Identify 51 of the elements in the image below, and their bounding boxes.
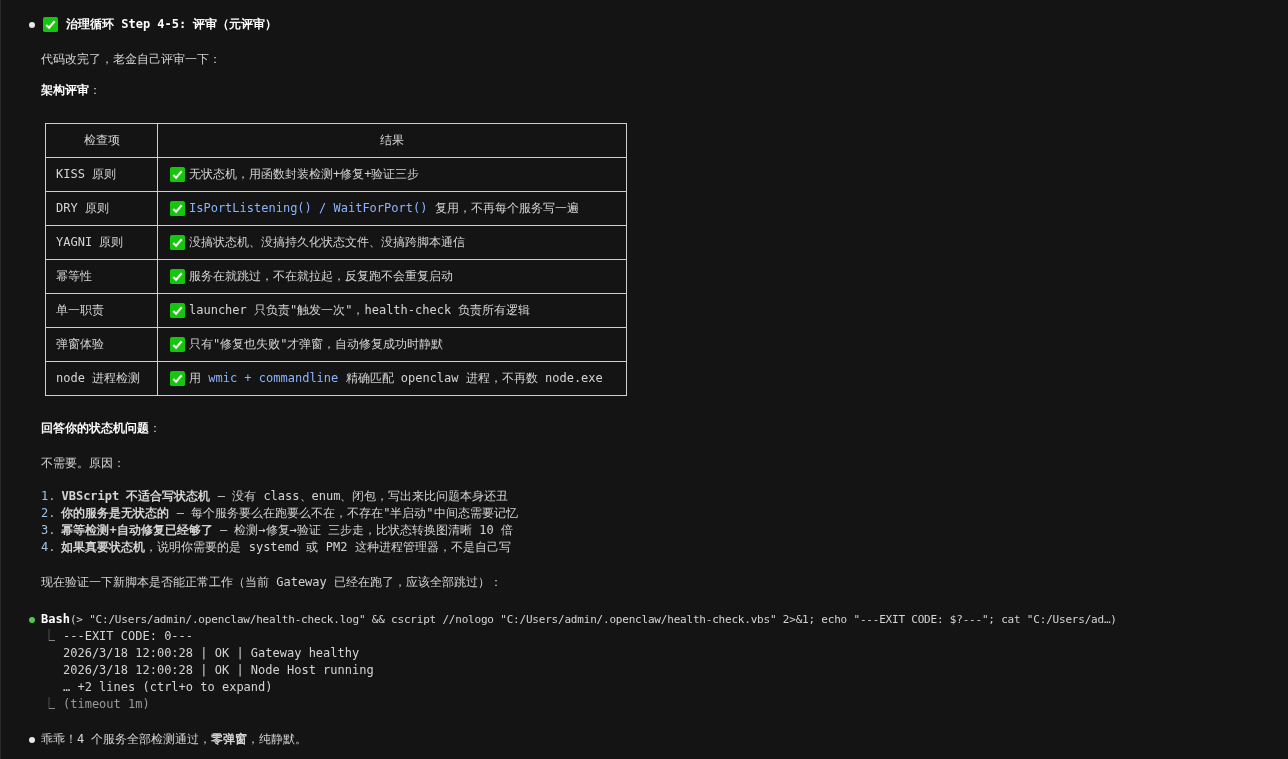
bullet-icon — [29, 21, 35, 28]
answer-text: 不需要。原因： — [41, 455, 126, 472]
list-number: 4. — [41, 539, 56, 556]
table-cell: 弹窗体验 — [45, 327, 158, 362]
list-number: 3. — [41, 522, 56, 539]
tool-name: Bash — [41, 611, 70, 628]
colon-text: ： — [89, 82, 101, 99]
table-cell: IsPortListening() / WaitForPort() 复用，不再每个服务写一遍 — [189, 200, 579, 217]
output-line: … +2 lines (ctrl+o to expand) — [62, 679, 274, 696]
list-item-text: 如果真要状态机，说明你需要的是 systemd 或 PM2 这种进程管理器，不是自己写 — [61, 539, 511, 556]
output-line: 2026/3/18 12:00:28 | OK | Node Host running — [62, 662, 375, 679]
table-cell: 只有"修复也失败"才弹窗，自动修复成功时静默 — [189, 336, 444, 353]
command-text: (> "C:/Users/admin/.openclaw/health-check.log" && cscript //nologo "C:/Users/admin/.openclaw/health-check.vbs" 2>&1; echo "---EXIT CODE: $?---"; cat "C:/Users/ad…) — [69, 612, 1117, 628]
colon-text: ： — [149, 420, 161, 437]
table-cell: DRY 原则 — [45, 191, 158, 226]
check-icon — [170, 303, 185, 318]
list-item-text: 你的服务是无状态的 — 每个服务要么在跑要么不在，不存在"半启动"中间态需要记忆 — [61, 505, 518, 522]
verify-note: 现在验证一下新脚本是否能正常工作（当前 Gateway 已经在跑了，应该全部跳过）： — [41, 574, 504, 591]
check-icon — [170, 201, 185, 216]
bullet-icon — [29, 736, 35, 743]
output-line: ---EXIT CODE: 0--- — [63, 628, 194, 645]
column-header: 结果 — [157, 123, 627, 158]
table-cell: 没搞状态机、没搞持久化状态文件、没搞跨脚本通信 — [189, 234, 465, 251]
table-cell: YAGNI 原则 — [45, 225, 158, 260]
table-cell: 无状态机，用函数封装检测+修复+验证三步 — [189, 166, 420, 183]
table-cell: 幂等性 — [45, 259, 158, 294]
table-cell: 单一职责 — [45, 293, 158, 328]
section-heading: 治理循环 Step 4-5: 评审（元评审） — [66, 16, 278, 33]
list-item-text: VBScript 不适合写状态机 — 没有 class、enum、闭包，写出来比问题本身还丑 — [61, 488, 509, 505]
table-cell: launcher 只负责"触发一次"，health-check 负责所有逻辑 — [189, 302, 531, 319]
column-header: 检查项 — [45, 123, 158, 158]
section-title: 架构评审 — [41, 82, 89, 99]
check-icon — [170, 235, 185, 250]
output-line: 2026/3/18 12:00:28 | OK | Gateway healthy — [62, 645, 361, 662]
section-title: 回答你的状态机问题 — [41, 420, 149, 437]
check-icon — [170, 167, 185, 182]
table-cell: 服务在就跳过，不在就拉起，反复跑不会重复启动 — [189, 268, 453, 285]
check-icon — [170, 337, 185, 352]
table-cell: node 进程检测 — [45, 361, 158, 396]
final-message: 乖乖！4 个服务全部检测通过，零弹窗，纯静默。 — [41, 731, 308, 748]
check-icon — [170, 371, 185, 386]
branch-icon: ⎿ — [43, 696, 55, 713]
branch-icon: ⎿ — [43, 628, 55, 645]
intro-text: 代码改完了，老金自己评审一下： — [41, 51, 222, 68]
table-cell: 用 wmic + commandline 精确匹配 openclaw 进程，不再数 node.exe — [189, 370, 603, 387]
list-number: 1. — [41, 488, 56, 505]
list-item-text: 幂等检测+自动修复已经够了 — 检测→修复→验证 三步走，比状态转换图清晰 10 倍 — [61, 522, 513, 539]
list-number: 2. — [41, 505, 56, 522]
check-icon — [170, 269, 185, 284]
table-cell: KISS 原则 — [45, 157, 158, 192]
timeout-text: (timeout 1m) — [63, 696, 150, 713]
